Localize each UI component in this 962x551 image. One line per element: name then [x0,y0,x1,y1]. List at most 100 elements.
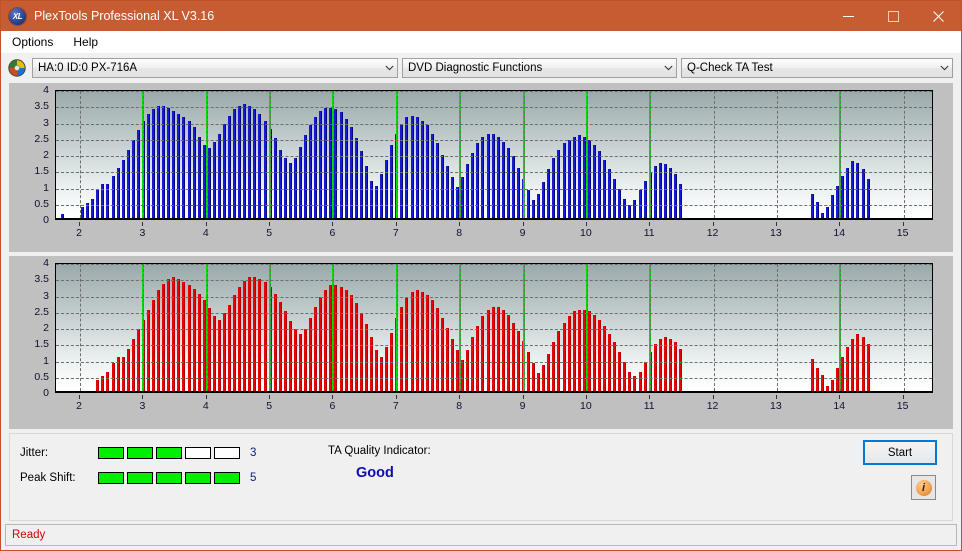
chart-bar [527,190,531,218]
chart-bar [445,166,449,218]
peak-shift-label: Peak Shift: [20,471,76,484]
chart-bar [516,167,520,218]
chart-bar [598,319,602,391]
x-axis-bottom: 2 3 4 5 6 7 8 9 10 11 12 13 14 15 [55,395,933,421]
start-button[interactable]: Start [863,440,937,465]
chart-bar [263,282,267,391]
track-marker-line [205,264,208,391]
chart-bar [375,350,379,391]
chart-bar [253,109,257,218]
chart-bar [613,179,617,218]
chart-bar [248,277,252,391]
chart-bar [445,327,449,391]
chart-bar [547,169,551,218]
x-tick-label: 3 [139,227,146,239]
chart-bar [192,127,196,218]
chart-bar [344,290,348,391]
chart-bar [354,303,358,391]
chevron-down-icon [660,65,676,71]
chart-bar [172,110,176,218]
minimize-icon[interactable] [826,1,871,31]
track-marker-line [205,91,208,218]
x-tick-mark [395,222,397,226]
chart-bar [60,214,64,218]
track-marker-line [142,91,145,218]
chart-bar [101,183,105,218]
chart-bar [496,136,500,218]
chart-bar [866,179,870,218]
status-text: Ready [12,529,46,541]
chart-bar [861,169,865,218]
menu-item-help[interactable]: Help [64,33,107,51]
chart-bar [212,141,216,218]
info-icon: i [915,479,932,496]
chart-bar [167,278,171,391]
x-tick-mark [649,222,651,226]
chart-bar [207,308,211,391]
chart-bar [349,295,353,391]
chart-bar [476,326,480,391]
x-axis-top: 2 3 4 5 6 7 8 9 10 11 12 13 14 15 [55,222,933,248]
meter-segment [214,446,240,459]
chart-bar [131,140,135,218]
chart-bar [415,290,419,391]
menu-item-options[interactable]: Options [3,33,62,51]
chart-bar [532,363,536,391]
ta-test-chart-bottom: 0 0.5 1 1.5 2 2.5 3 3.5 4 2 3 4 5 6 7 8 9 10 11 12 13 14 15 [9,256,953,429]
y-tick-label: 3.5 [34,100,49,113]
test-select[interactable]: Q-Check TA Test [681,58,953,78]
chart-bar [228,115,232,218]
plot-area-bottom [55,263,933,393]
chart-bar [309,317,313,391]
y-tick-label: 1.5 [34,165,49,178]
chart-bar [440,154,444,218]
x-tick-label: 12 [706,400,719,412]
x-tick-mark [332,395,334,399]
y-tick-label: 1.5 [34,338,49,351]
x-tick-mark [395,395,397,399]
close-icon[interactable] [916,1,961,31]
chart-bar [815,201,819,218]
chart-bar [851,339,855,391]
chart-bar [304,135,308,218]
drive-select[interactable]: HA:0 ID:0 PX-716A [32,58,398,78]
track-marker-line [332,91,335,218]
chart-bar [101,376,105,391]
chart-bar [430,133,434,218]
x-tick-label: 13 [770,400,782,412]
chart-bar [425,125,429,218]
x-tick-mark [902,395,904,399]
window-controls [826,1,961,31]
chart-bar [243,104,247,218]
chart-bar [577,309,581,391]
maximize-icon[interactable] [871,1,916,31]
meter-segment [214,471,240,484]
chart-bar [461,177,465,218]
function-select[interactable]: DVD Diagnostic Functions [402,58,677,78]
chart-bar [471,337,475,391]
y-axis-bottom: 0 0.5 1 1.5 2 2.5 3 3.5 4 [9,256,55,429]
chart-bar [369,180,373,218]
meter-segment [185,446,211,459]
chart-bar [172,277,176,391]
chart-bar [527,352,531,391]
y-tick-label: 2 [43,149,49,161]
status-bar: Ready [5,524,957,546]
x-tick-mark [839,395,841,399]
chart-bar [177,114,181,218]
chart-bar [238,105,242,218]
y-tick-label: 2.5 [34,132,49,145]
chart-bar [613,342,617,391]
chart-bar [192,288,196,391]
chevron-down-icon [381,65,397,71]
chart-bar [511,322,515,391]
info-button[interactable]: i [911,475,936,500]
chart-bar [815,368,819,391]
chart-bar [491,133,495,218]
chart-bar [243,280,247,391]
chart-bar [851,161,855,218]
chart-bar [435,308,439,391]
chart-bar [324,290,328,391]
track-marker-line [649,264,652,391]
chart-bar [162,105,166,218]
